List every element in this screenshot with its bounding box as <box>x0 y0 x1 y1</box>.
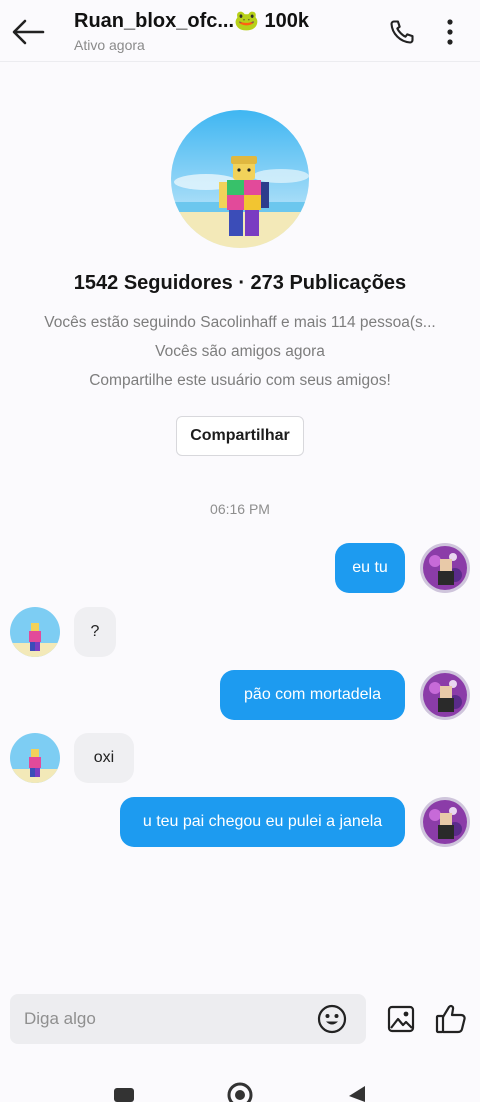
friends-status-text: Vocês são amigos agora <box>155 343 325 360</box>
mutual-followers-text: Vocês estão seguindo Sacolinhaff e mais … <box>44 314 436 331</box>
incoming-message[interactable]: ? <box>74 607 116 657</box>
message-input[interactable] <box>24 994 314 1044</box>
smiley-icon <box>317 1004 347 1034</box>
triangle-back-icon <box>349 1086 365 1102</box>
square-icon <box>114 1088 134 1102</box>
back-nav-button[interactable] <box>336 1080 376 1102</box>
chat-header: Ruan_blox_ofc...🐸 100k Ativo agora <box>0 0 480 62</box>
back-button[interactable] <box>10 14 46 50</box>
contact-avatar[interactable] <box>10 607 60 657</box>
message-composer <box>10 994 366 1044</box>
my-avatar[interactable] <box>420 670 470 720</box>
image-icon <box>387 1005 415 1033</box>
arrow-left-icon <box>12 19 45 45</box>
call-button[interactable] <box>384 14 420 50</box>
outgoing-message[interactable]: u teu pai chegou eu pulei a janela <box>120 797 405 847</box>
more-vertical-icon <box>447 19 453 45</box>
thumbs-up-icon <box>435 1004 466 1034</box>
home-button[interactable] <box>220 1080 260 1102</box>
share-button[interactable]: Compartilhar <box>176 416 304 456</box>
my-avatar[interactable] <box>420 797 470 847</box>
share-prompt-text: Compartilhe este usuário com seus amigos… <box>89 372 391 389</box>
phone-icon <box>390 20 414 44</box>
contact-avatar[interactable] <box>10 733 60 783</box>
more-options-button[interactable] <box>434 14 466 50</box>
circle-icon <box>227 1082 253 1102</box>
emoji-button[interactable] <box>316 1003 348 1035</box>
send-image-button[interactable] <box>382 1000 420 1038</box>
chat-title: Ruan_blox_ofc...🐸 100k <box>74 10 309 32</box>
like-button[interactable] <box>432 1000 470 1038</box>
outgoing-message[interactable]: pão com mortadela <box>220 670 405 720</box>
my-avatar[interactable] <box>420 543 470 593</box>
recent-apps-button[interactable] <box>104 1080 144 1102</box>
profile-avatar[interactable] <box>171 110 309 248</box>
chat-title-block[interactable]: Ruan_blox_ofc...🐸 100k Ativo agora <box>74 8 309 53</box>
online-status: Ativo agora <box>74 37 145 53</box>
message-timestamp: 06:16 PM <box>210 501 270 517</box>
profile-stats: 1542 Seguidores · 273 Publicações <box>73 272 407 294</box>
incoming-message[interactable]: oxi <box>74 733 134 783</box>
outgoing-message[interactable]: eu tu <box>335 543 405 593</box>
